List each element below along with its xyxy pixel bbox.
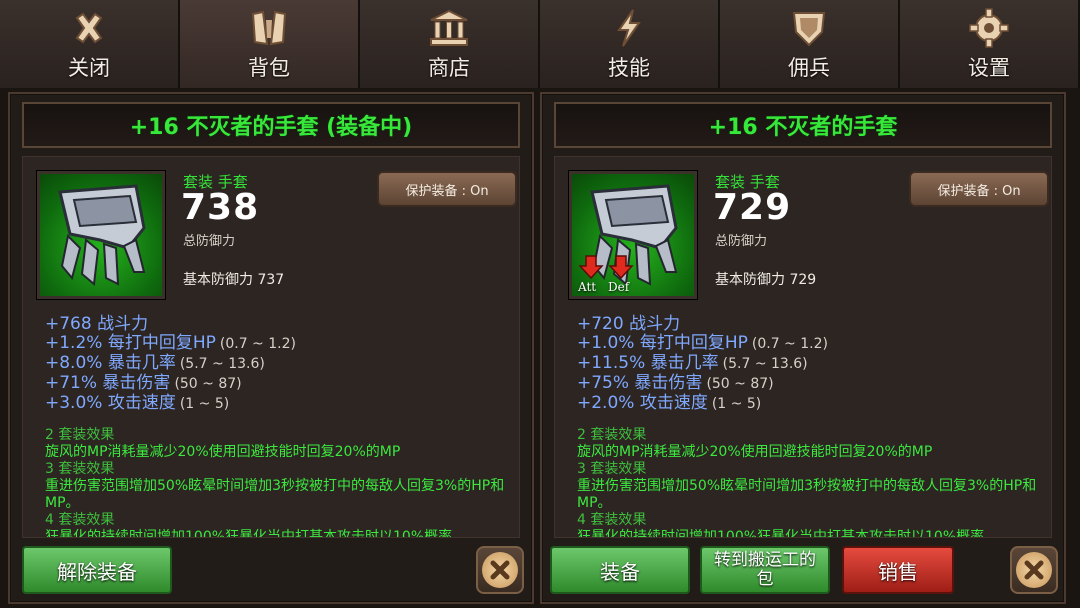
att-label: Att [578, 280, 597, 294]
stat-row: +1.0% 每打中回复HP (0.7 ~ 1.2) [577, 333, 828, 353]
tab-skill[interactable]: 技能 [540, 0, 720, 88]
sell-button[interactable]: 销售 [842, 546, 954, 594]
set-effect-header: 4 套装效果 [577, 512, 647, 528]
gauntlet-item-icon [37, 171, 165, 299]
set-effect-desc: 重进伤害范围增加50%眩晕时间增加3秒按被打中的每敌人回复3%的HP和MP。 [577, 478, 1037, 511]
arrow-down-icon [608, 255, 634, 280]
equipped-item-panel: +16 不灭者的手套 (装备中) 套装 手套 738 总防御力 基本防御力 73… [8, 92, 534, 604]
tab-label: 设置 [968, 56, 1010, 80]
set-effects: 2 套装效果 旋风的MP消耗量减少20%使用回避技能时回复20%的MP 3 套装… [45, 427, 515, 538]
stat-row: +2.0% 攻击速度 (1 ~ 5) [577, 393, 762, 413]
close-icon [482, 552, 518, 588]
tab-label: 背包 [248, 56, 290, 80]
close-icon [66, 6, 112, 50]
top-tab-bar: 关闭 背包 商店 技能 佣兵 设置 [0, 0, 1080, 88]
stat-row: +71% 暴击伤害 (50 ~ 87) [45, 373, 242, 393]
stat-row: +1.2% 每打中回复HP (0.7 ~ 1.2) [45, 333, 296, 353]
tab-label: 关闭 [68, 56, 110, 80]
protect-equipment-toggle[interactable]: 保护装备 : On [909, 171, 1049, 207]
def-down-indicator: Def [608, 254, 634, 294]
tab-mercenary[interactable]: 佣兵 [720, 0, 900, 88]
total-defense-value: 738 [181, 187, 260, 228]
tab-label: 佣兵 [788, 56, 830, 80]
gear-icon [966, 6, 1012, 50]
item-title: +16 不灭者的手套 (装备中) [129, 115, 413, 140]
item-title-bar: +16 不灭者的手套 (装备中) [22, 102, 520, 148]
tab-close[interactable]: 关闭 [0, 0, 180, 88]
compare-item-panel: +16 不灭者的手套 Att Def 套装 手套 729 总防御力 基本防御力 … [540, 92, 1066, 604]
set-effect-header: 3 套装效果 [577, 461, 647, 477]
set-effect-desc: 重进伤害范围增加50%眩晕时间增加3秒按被打中的每敌人回复3%的HP和MP。 [45, 478, 505, 511]
equip-button[interactable]: 装备 [550, 546, 690, 594]
stat-list: +720 战斗力 +1.0% 每打中回复HP (0.7 ~ 1.2) +11.5%… [577, 315, 828, 414]
stat-row: +3.0% 攻击速度 (1 ~ 5) [45, 393, 230, 413]
skill-icon [606, 6, 652, 50]
unequip-button[interactable]: 解除装备 [22, 546, 172, 594]
set-effect-desc: 狂暴化的持续时间增加100%狂暴化当中打基本攻击时以10%概率 [45, 529, 453, 538]
set-effect-header: 3 套装效果 [45, 461, 115, 477]
shop-icon [426, 6, 472, 50]
gauntlet-item-icon: Att Def [569, 171, 697, 299]
set-effect-desc: 旋风的MP消耗量减少20%使用回避技能时回复20%的MP [45, 444, 401, 460]
item-detail[interactable]: 套装 手套 738 总防御力 基本防御力 737 保护装备 : On +768 … [22, 156, 520, 538]
att-down-indicator: Att [578, 254, 604, 294]
item-detail[interactable]: Att Def 套装 手套 729 总防御力 基本防御力 729 保护装备 : … [554, 156, 1052, 538]
stat-row: +720 战斗力 [577, 314, 681, 334]
set-effects: 2 套装效果 旋风的MP消耗量减少20%使用回避技能时回复20%的MP 3 套装… [577, 427, 1047, 538]
total-defense-label: 总防御力 [183, 234, 236, 249]
close-left-panel-button[interactable] [476, 546, 524, 594]
def-label: Def [608, 280, 630, 294]
base-defense: 基本防御力 729 [715, 272, 817, 288]
total-defense-value: 729 [713, 187, 792, 228]
set-effect-header: 4 套装效果 [45, 512, 115, 528]
close-right-panel-button[interactable] [1010, 546, 1058, 594]
stat-list: +768 战斗力 +1.2% 每打中回复HP (0.7 ~ 1.2) +8.0% … [45, 315, 296, 414]
total-defense-label: 总防御力 [715, 234, 768, 249]
tab-backpack[interactable]: 背包 [180, 0, 360, 88]
backpack-icon [246, 6, 292, 50]
stat-row: +11.5% 暴击几率 (5.7 ~ 13.6) [577, 353, 808, 373]
set-effect-desc: 狂暴化的持续时间增加100%狂暴化当中打基本攻击时以10%概率 [577, 529, 985, 538]
tab-label: 商店 [428, 56, 470, 80]
close-icon [1016, 552, 1052, 588]
base-defense: 基本防御力 737 [183, 272, 285, 288]
item-title: +16 不灭者的手套 [708, 115, 898, 140]
mercenary-shield-icon [786, 6, 832, 50]
tab-label: 技能 [608, 56, 650, 80]
set-effect-header: 2 套装效果 [45, 427, 115, 443]
transfer-to-porter-bag-button[interactable]: 转到搬运工的包 [700, 546, 830, 594]
set-effect-desc: 旋风的MP消耗量减少20%使用回避技能时回复20%的MP [577, 444, 933, 460]
set-effect-header: 2 套装效果 [577, 427, 647, 443]
stat-row: +75% 暴击伤害 (50 ~ 87) [577, 373, 774, 393]
tab-settings[interactable]: 设置 [900, 0, 1080, 88]
stat-row: +768 战斗力 [45, 314, 149, 334]
item-title-bar: +16 不灭者的手套 [554, 102, 1052, 148]
compare-indicators: Att Def [578, 254, 688, 294]
tab-shop[interactable]: 商店 [360, 0, 540, 88]
stat-row: +8.0% 暴击几率 (5.7 ~ 13.6) [45, 353, 265, 373]
arrow-down-icon [578, 255, 604, 280]
protect-equipment-toggle[interactable]: 保护装备 : On [377, 171, 517, 207]
